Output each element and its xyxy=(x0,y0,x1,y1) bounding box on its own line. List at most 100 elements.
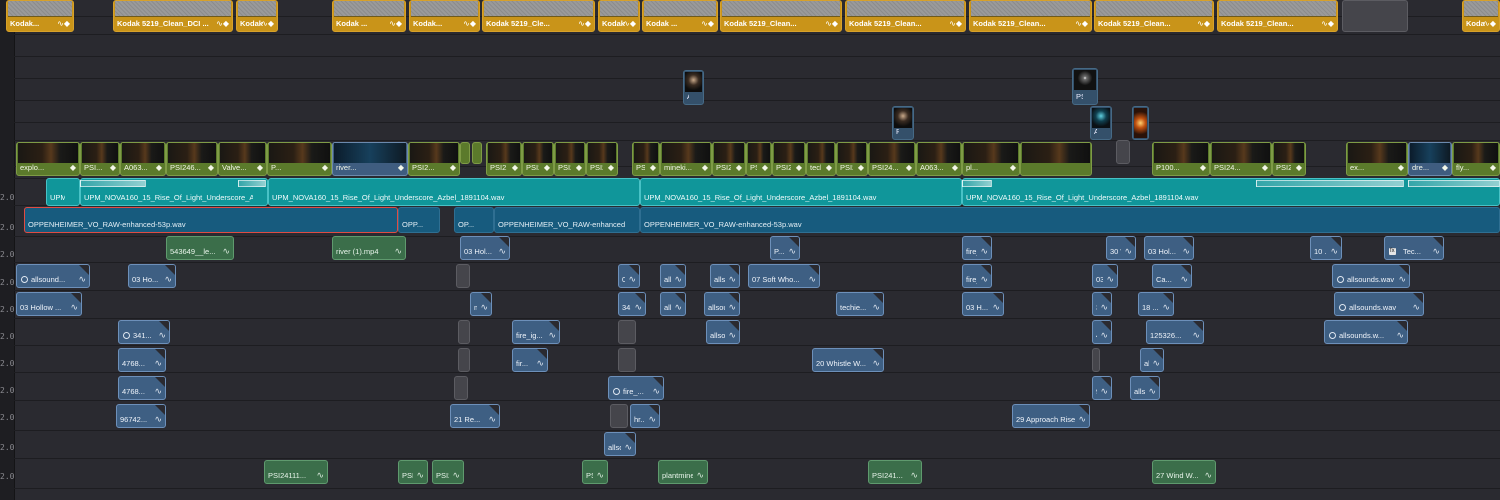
video-clip[interactable]: A063... ◆ xyxy=(916,142,962,176)
video-clip[interactable]: P... ◆ xyxy=(267,142,332,176)
timeline-editor[interactable]: 2.0 2.0 2.0 2.0 2.0 2.0 2.0 2.0 2.0 2.0 2.0 Kodak.… xyxy=(0,0,1500,500)
audio-clip[interactable]: Tec... fx ∿ xyxy=(1384,236,1444,260)
audio-clip[interactable]: allsounds.w... ∿ xyxy=(1324,320,1408,344)
video-clip[interactable]: PSI24... ◆ xyxy=(1210,142,1272,176)
voice-over-clip[interactable]: OPPENHEIMER_VO_RAW-enhanced-53p.wav xyxy=(640,207,1500,233)
audio-clip[interactable]: 03 ...∿ xyxy=(618,264,640,288)
video-clip[interactable]: river... ◆ xyxy=(332,142,408,176)
voice-over-clip[interactable]: OPPENHEIMER_VO_RAW-enhanced-53p.wav xyxy=(24,207,398,233)
audio-clip[interactable]: 4768... ∿ xyxy=(118,376,166,400)
video-clip-kodak[interactable]: Kodak... ∿◆ xyxy=(6,0,74,32)
video-clip[interactable]: techi... ◆ xyxy=(806,142,836,176)
audio-clip[interactable]: P... ∿ xyxy=(770,236,800,260)
audio-clip[interactable]: 30 Wi...∿ xyxy=(1106,236,1136,260)
fade-handle[interactable] xyxy=(1408,180,1500,187)
video-clip-kodak[interactable]: Kodak 5219_Clean...∿◆ xyxy=(1462,0,1500,32)
audio-clip[interactable]: alls...∿ xyxy=(710,264,740,288)
audio-clip[interactable]: 20 Whistle W... ∿ xyxy=(812,348,884,372)
audio-clip[interactable]: mi...∿ xyxy=(470,292,492,316)
audio-clip[interactable]: 96...∿ xyxy=(1092,376,1112,400)
audio-clip[interactable]: 543649__le... ∿ xyxy=(166,236,234,260)
audio-clip[interactable]: allsound... ∿ xyxy=(16,264,90,288)
audio-clip[interactable]: 29 Approach Riser...∿ xyxy=(1012,404,1090,428)
audio-clip[interactable]: alls...∿ xyxy=(660,292,686,316)
audio-clip[interactable]: 07 Soft Who... ∿ xyxy=(748,264,820,288)
empty-clip[interactable] xyxy=(456,264,470,288)
audio-clip[interactable]: 21 Re... ∿ xyxy=(450,404,500,428)
audio-clip[interactable]: alls...∿ xyxy=(1130,376,1160,400)
fade-handle[interactable] xyxy=(962,180,992,187)
video-clip-kodak[interactable]: Kodak... ∿◆ xyxy=(409,0,480,32)
video-clip[interactable] xyxy=(460,142,470,164)
audio-clip[interactable]: 34...∿ xyxy=(1092,292,1112,316)
audio-clip[interactable]: PSI2...∿ xyxy=(582,460,608,484)
audio-clip[interactable]: hr...∿ xyxy=(630,404,660,428)
video-clip[interactable]: PSI24... ◆ xyxy=(746,142,772,176)
music-clip[interactable]: UPM_NOVA160_15_Rise_Of_Light_Underscore_… xyxy=(268,178,640,206)
audio-clip[interactable]: 125326... ∿ xyxy=(1146,320,1204,344)
video-clip-kodak[interactable]: Kodak 5219_Cle... ∿◆ xyxy=(482,0,595,32)
video-clip[interactable]: PSI24... ◆ xyxy=(868,142,916,176)
video-clip-kodak[interactable]: Kodak ...∿◆ xyxy=(332,0,406,32)
video-clip[interactable]: PSI24... ◆ xyxy=(1272,142,1306,176)
music-clip[interactable]: UPM_... xyxy=(46,178,80,206)
audio-clip[interactable]: fire_...∿ xyxy=(962,236,992,260)
video-clip[interactable]: fly... ◆ xyxy=(1452,142,1500,176)
audio-clip[interactable]: 18 ... ∿ xyxy=(1138,292,1174,316)
video-clip-kodak[interactable]: Kodak ...∿◆ xyxy=(598,0,640,32)
audio-clip[interactable]: alls...∿ xyxy=(1140,348,1164,372)
video-clip-kodak[interactable]: Kodak 5219_Clean...∿◆ xyxy=(1217,0,1338,32)
video-clip[interactable] xyxy=(1020,142,1092,176)
video-clip[interactable]: PSI24... ◆ xyxy=(586,142,618,176)
video-clip[interactable]: A063... ◆ xyxy=(120,142,166,176)
audio-clip[interactable]: 03 Hol... ∿ xyxy=(460,236,510,260)
still-clip[interactable]: PSI... xyxy=(892,106,914,140)
audio-clip[interactable]: fire_ig... ∿ xyxy=(512,320,560,344)
video-clip[interactable]: PSI24... ◆ xyxy=(554,142,586,176)
video-clip[interactable]: PSI2... ◆ xyxy=(632,142,660,176)
video-clip[interactable]: PSI24... ◆ xyxy=(522,142,554,176)
video-clip[interactable]: PSI... ◆ xyxy=(80,142,120,176)
video-clip[interactable]: PSI2... ◆ xyxy=(486,142,522,176)
empty-clip[interactable] xyxy=(1116,140,1130,164)
empty-clip[interactable] xyxy=(458,320,470,344)
audio-clip[interactable]: allsou...∿ xyxy=(706,320,740,344)
audio-clip[interactable]: 03 Hollow ... ∿ xyxy=(16,292,82,316)
video-clip[interactable]: P100... ◆ xyxy=(1152,142,1210,176)
audio-clip[interactable]: plantmines...∿ xyxy=(658,460,708,484)
empty-clip[interactable] xyxy=(618,320,636,344)
empty-clip[interactable] xyxy=(1092,348,1100,372)
empty-clip[interactable] xyxy=(1342,0,1408,32)
audio-clip[interactable]: 47...∿ xyxy=(1092,320,1112,344)
audio-clip[interactable]: allsounds.wav ∿ xyxy=(1332,264,1410,288)
voice-over-clip[interactable]: OP... xyxy=(454,207,494,233)
audio-clip[interactable]: PSI24111... ∿ xyxy=(264,460,328,484)
audio-clip[interactable]: fir... ∿ xyxy=(512,348,548,372)
video-clip[interactable]: ex... ◆ xyxy=(1346,142,1408,176)
audio-clip[interactable]: 03 Hol... ∿ xyxy=(1144,236,1194,260)
audio-clip[interactable]: 4768... ∿ xyxy=(118,348,166,372)
audio-clip[interactable]: 96742... ∿ xyxy=(116,404,166,428)
audio-clip[interactable]: 03 ...∿ xyxy=(1092,264,1118,288)
audio-clip[interactable]: alls...∿ xyxy=(660,264,686,288)
music-clip[interactable]: UPM_NOVA160_15_Rise_Of_Light_Underscore_… xyxy=(640,178,962,206)
empty-clip[interactable] xyxy=(458,348,470,372)
fade-handle[interactable] xyxy=(1256,180,1404,187)
audio-clip[interactable]: river (1).mp4 ∿ xyxy=(332,236,406,260)
audio-clip[interactable]: 03 Ho... ∿ xyxy=(128,264,176,288)
audio-clip[interactable]: allsounds.wav ∿ xyxy=(1334,292,1424,316)
video-clip-kodak[interactable]: Kodak 5219_Clean...∿◆ xyxy=(1094,0,1214,32)
audio-clip[interactable]: Ca... ∿ xyxy=(1152,264,1192,288)
video-clip-kodak[interactable]: Kodak 5219_Clean_DCI ... ∿◆ xyxy=(113,0,233,32)
video-clip[interactable]: PSI24... ◆ xyxy=(836,142,868,176)
fade-handle[interactable] xyxy=(80,180,146,187)
video-clip[interactable]: explo... ◆ xyxy=(16,142,80,176)
still-clip[interactable]: A0... xyxy=(1090,106,1112,140)
empty-clip[interactable] xyxy=(618,348,636,372)
video-clip[interactable]: PSI24... ◆ xyxy=(712,142,746,176)
voice-over-clip[interactable]: OPP... xyxy=(398,207,440,233)
fade-handle[interactable] xyxy=(238,180,266,187)
audio-clip[interactable]: fire_...∿ xyxy=(608,376,664,400)
audio-clip[interactable]: PSI24...∿ xyxy=(432,460,464,484)
audio-clip[interactable]: 341...∿ xyxy=(618,292,646,316)
